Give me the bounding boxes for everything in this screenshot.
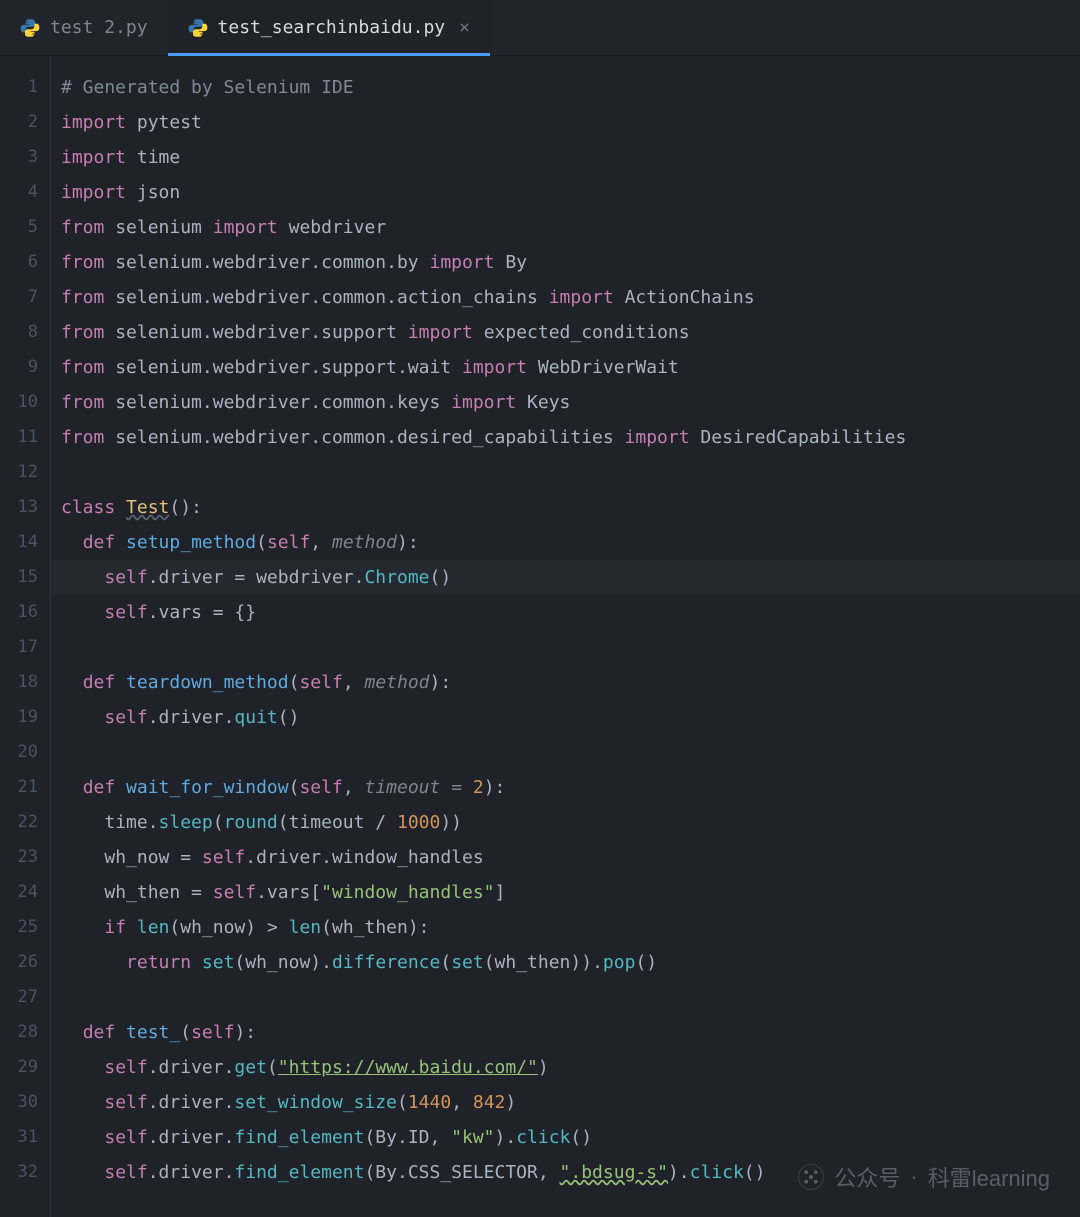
wechat-icon [798, 1164, 824, 1190]
watermark-label: 公众号 [834, 1161, 900, 1193]
editor: 12345678 910111213141516 171819202122232… [0, 56, 1080, 1217]
tab-bar: test 2.py test_searchinbaidu.py × [0, 0, 1080, 56]
code-area[interactable]: # Generated by Selenium IDE import pytes… [50, 56, 1080, 1217]
tab-label: test_searchinbaidu.py [218, 17, 446, 38]
tab-test2[interactable]: test 2.py [0, 0, 168, 55]
line-gutter: 12345678 910111213141516 171819202122232… [0, 56, 50, 1217]
watermark-label: 科雷learning [928, 1161, 1050, 1193]
python-icon [188, 18, 208, 38]
tab-label: test 2.py [50, 17, 148, 38]
tab-test-searchinbaidu[interactable]: test_searchinbaidu.py × [168, 0, 490, 55]
close-icon[interactable]: × [459, 17, 470, 38]
watermark: 公众号 · 科雷learning [798, 1161, 1050, 1193]
python-icon [20, 18, 40, 38]
